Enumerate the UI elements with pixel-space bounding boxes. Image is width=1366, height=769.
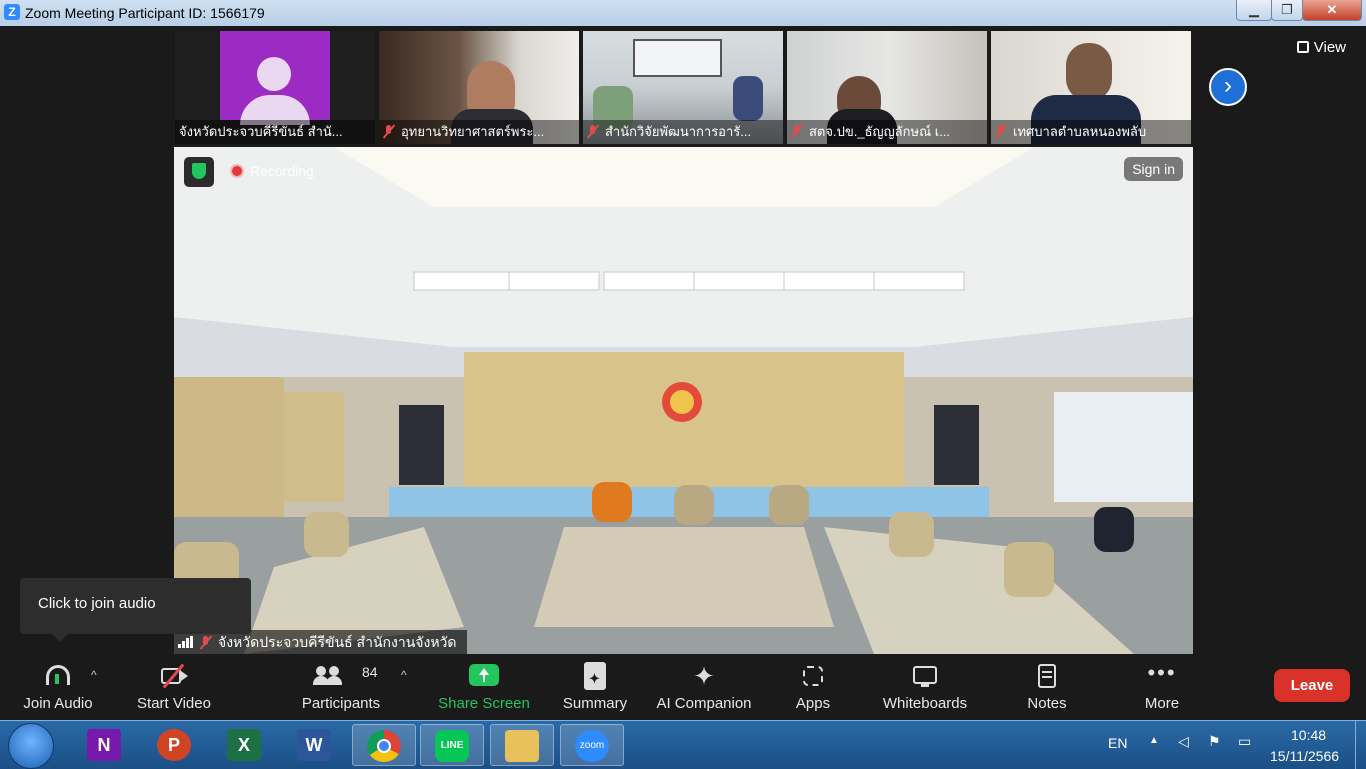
taskbar-file-explorer[interactable] <box>490 724 554 766</box>
zoom-app-icon: Z <box>4 4 20 20</box>
notes-icon <box>1032 662 1062 690</box>
share-screen-icon <box>469 662 499 690</box>
word-icon: W <box>297 729 331 761</box>
participants-options-caret[interactable]: ^ <box>401 668 407 682</box>
close-button[interactable]: ✕ <box>1302 0 1362 21</box>
taskbar-chrome[interactable] <box>352 724 416 766</box>
folder-icon <box>505 730 539 762</box>
title-bar: Z Zoom Meeting Participant ID: 1566179 ▁… <box>0 0 1366 27</box>
minimize-button[interactable]: ▁ <box>1236 0 1272 21</box>
grid-icon <box>1296 41 1309 53</box>
line-icon: LINE <box>435 730 469 762</box>
thumbnail-name: สำนักวิจัยพัฒนาการอารั... <box>583 120 783 144</box>
show-desktop-button[interactable] <box>1355 721 1366 769</box>
participant-thumbnail[interactable]: อุทยานวิทยาศาสตร์พระ... <box>379 31 579 144</box>
windows-start-icon[interactable] <box>8 723 54 769</box>
mic-muted-icon <box>791 125 803 138</box>
whiteboards-button[interactable]: Whiteboards <box>876 654 974 720</box>
view-button[interactable]: View <box>1296 39 1346 56</box>
summary-button[interactable]: ✦ Summary <box>557 654 633 720</box>
window-title: Zoom Meeting Participant ID: 1566179 <box>25 5 265 21</box>
thumbnail-name: สตจ.ปข._ธัญญลักษณ์ เ... <box>787 120 987 144</box>
participant-thumbnail[interactable]: เทศบาลตำบลหนองพลับ <box>991 31 1191 144</box>
ai-companion-button[interactable]: ✦ AI Companion <box>650 654 758 720</box>
language-indicator[interactable]: EN <box>1108 735 1127 751</box>
clock-time[interactable]: 10:48 <box>1291 727 1326 743</box>
summary-icon: ✦ <box>580 662 610 690</box>
chrome-icon <box>367 730 401 762</box>
video-off-icon <box>159 662 189 690</box>
participants-icon <box>313 662 343 690</box>
leave-button[interactable]: Leave <box>1274 669 1350 702</box>
conference-room-scene <box>174 147 1193 654</box>
join-audio-button[interactable]: Join Audio <box>14 654 102 720</box>
main-video[interactable]: Recording Sign in จังหวัดประจวบคีรีขันธ์… <box>174 147 1193 654</box>
share-screen-button[interactable]: Share Screen <box>434 654 534 720</box>
start-video-button[interactable]: Start Video <box>126 654 222 720</box>
more-dots-icon: ••• <box>1147 660 1177 685</box>
signal-strength-icon <box>178 636 194 648</box>
screen-icon <box>633 39 722 77</box>
notes-button[interactable]: Notes <box>1020 654 1074 720</box>
next-page-button[interactable]: › <box>1209 68 1247 106</box>
whiteboard-icon <box>910 662 940 690</box>
apps-icon <box>798 662 828 690</box>
avatar <box>220 31 330 125</box>
onenote-icon: N <box>87 729 121 761</box>
participant-thumbnail[interactable]: จังหวัดประจวบคีรีขันธ์ สำนั... <box>175 31 375 144</box>
taskbar-onenote[interactable]: N <box>72 724 136 766</box>
encryption-shield-icon[interactable] <box>184 157 214 187</box>
apps-button[interactable]: Apps <box>786 654 840 720</box>
excel-icon: X <box>227 729 261 761</box>
restore-button[interactable]: ❐ <box>1271 0 1303 21</box>
audio-options-caret[interactable]: ^ <box>91 668 97 682</box>
avatar-head-icon <box>257 57 291 91</box>
thumbnail-name: เทศบาลตำบลหนองพลับ <box>991 120 1191 144</box>
sparkle-icon: ✦ <box>693 661 715 691</box>
mic-muted-icon <box>995 125 1007 138</box>
mic-muted-icon <box>200 636 212 649</box>
mic-muted-icon <box>587 125 599 138</box>
participant-thumbnail[interactable]: สตจ.ปข._ธัญญลักษณ์ เ... <box>787 31 987 144</box>
taskbar-powerpoint[interactable]: P <box>142 724 206 766</box>
recording-icon <box>230 164 244 178</box>
thumbnail-name: จังหวัดประจวบคีรีขันธ์ สำนั... <box>175 120 375 144</box>
thumbnail-name: อุทยานวิทยาศาสตร์พระ... <box>379 120 579 144</box>
headphones-icon <box>43 662 73 690</box>
taskbar-word[interactable]: W <box>282 724 346 766</box>
recording-indicator[interactable]: Recording <box>230 163 314 179</box>
network-icon[interactable]: ▭ <box>1238 733 1251 750</box>
taskbar-excel[interactable]: X <box>212 724 276 766</box>
mic-muted-icon <box>383 125 395 138</box>
volume-icon[interactable]: ◁ <box>1178 733 1189 750</box>
taskbar-zoom[interactable]: zoom <box>560 724 624 766</box>
more-button[interactable]: ••• More <box>1136 654 1188 720</box>
clock-date[interactable]: 15/11/2566 <box>1270 748 1339 764</box>
meeting-area: จังหวัดประจวบคีรีขันธ์ สำนั... อุทยานวิท… <box>0 26 1366 720</box>
participant-thumbnail[interactable]: สำนักวิจัยพัฒนาการอารั... <box>583 31 783 144</box>
show-hidden-icons-icon[interactable]: ▲ <box>1149 735 1159 746</box>
meeting-toolbar: Join Audio ^ Start Video 84 Participants… <box>0 654 1366 720</box>
participants-count: 84 <box>362 664 378 680</box>
person-figure <box>1066 43 1112 101</box>
taskbar-line[interactable]: LINE <box>420 724 484 766</box>
sign-in-button[interactable]: Sign in <box>1124 157 1183 181</box>
windows-taskbar: N P X W LINE zoom EN ▲ ◁ ⚑ ▭ 10:48 15/11… <box>0 720 1366 769</box>
action-center-flag-icon[interactable]: ⚑ <box>1208 733 1221 750</box>
powerpoint-icon: P <box>157 729 191 761</box>
person-figure <box>733 76 763 121</box>
zoom-icon: zoom <box>575 730 609 762</box>
join-audio-tooltip: Click to join audio <box>20 578 251 642</box>
participants-button[interactable]: 84 Participants <box>294 654 388 720</box>
